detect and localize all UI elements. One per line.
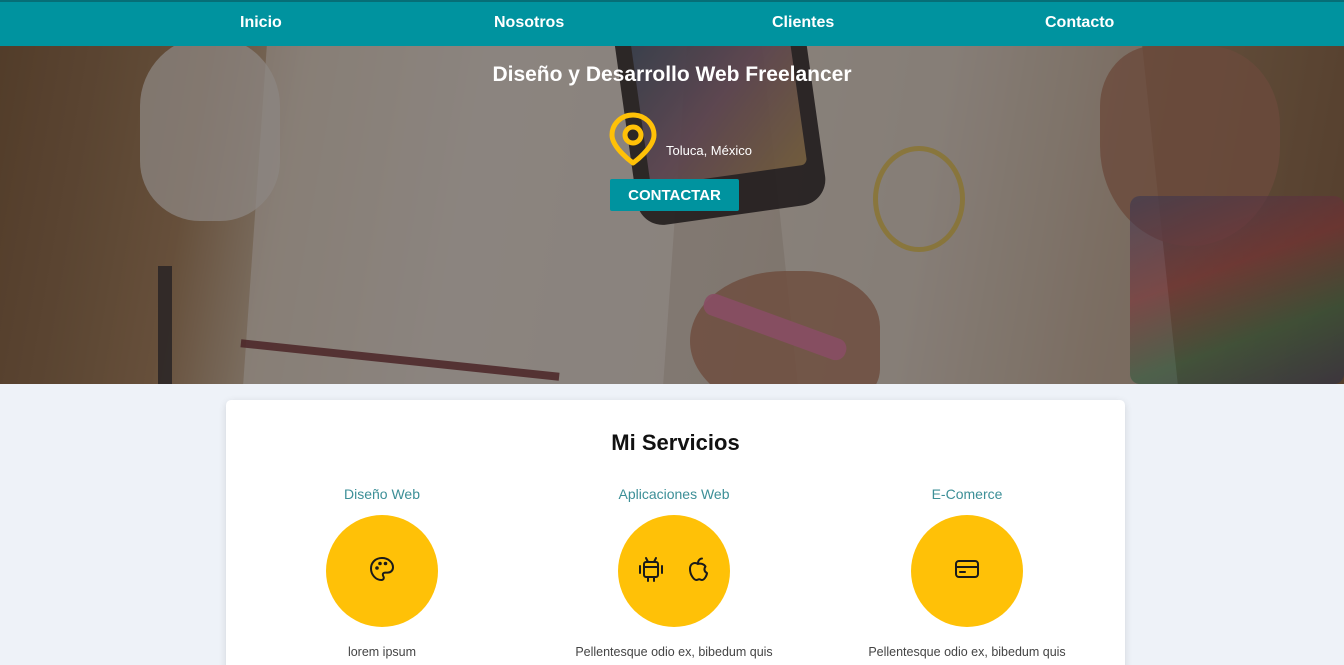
- service-label-diseno-web[interactable]: Diseño Web: [272, 486, 492, 502]
- apple-icon: [686, 556, 710, 587]
- map-pin-icon: [607, 111, 659, 167]
- services-title: Mi Servicios: [611, 430, 740, 455]
- credit-card-icon: [953, 557, 981, 586]
- nav-item-contacto[interactable]: Contacto: [1045, 14, 1114, 32]
- nav-item-clientes[interactable]: Clientes: [772, 14, 834, 32]
- android-icon: [638, 555, 664, 588]
- service-circle-e-comerce[interactable]: [911, 515, 1023, 627]
- service-label-e-comerce[interactable]: E-Comerce: [857, 486, 1077, 502]
- location-text: Toluca, México: [666, 143, 752, 158]
- hero-title: Diseño y Desarrollo Web Freelancer: [492, 63, 852, 86]
- services-card: Mi Servicios Diseño Web lorem ipsum Apli…: [226, 400, 1125, 665]
- service-desc-aplicaciones-web: Pellentesque odio ex, bibedum quis: [575, 645, 773, 659]
- nav-item-inicio[interactable]: Inicio: [240, 14, 282, 32]
- service-circle-diseno-web[interactable]: [326, 515, 438, 627]
- contactar-button[interactable]: CONTACTAR: [610, 179, 739, 211]
- hero-banner: Diseño y Desarrollo Web Freelancer Toluc…: [0, 46, 1344, 384]
- palette-icon: [368, 555, 396, 588]
- nav-item-nosotros[interactable]: Nosotros: [494, 14, 564, 32]
- top-navbar: Inicio Nosotros Clientes Contacto: [0, 0, 1344, 46]
- service-label-aplicaciones-web[interactable]: Aplicaciones Web: [564, 486, 784, 502]
- service-desc-diseno-web: lorem ipsum: [347, 645, 417, 659]
- service-desc-e-comerce: Pellentesque odio ex, bibedum quis: [868, 645, 1066, 659]
- service-circle-aplicaciones-web[interactable]: [618, 515, 730, 627]
- hero-overlay: [0, 46, 1344, 384]
